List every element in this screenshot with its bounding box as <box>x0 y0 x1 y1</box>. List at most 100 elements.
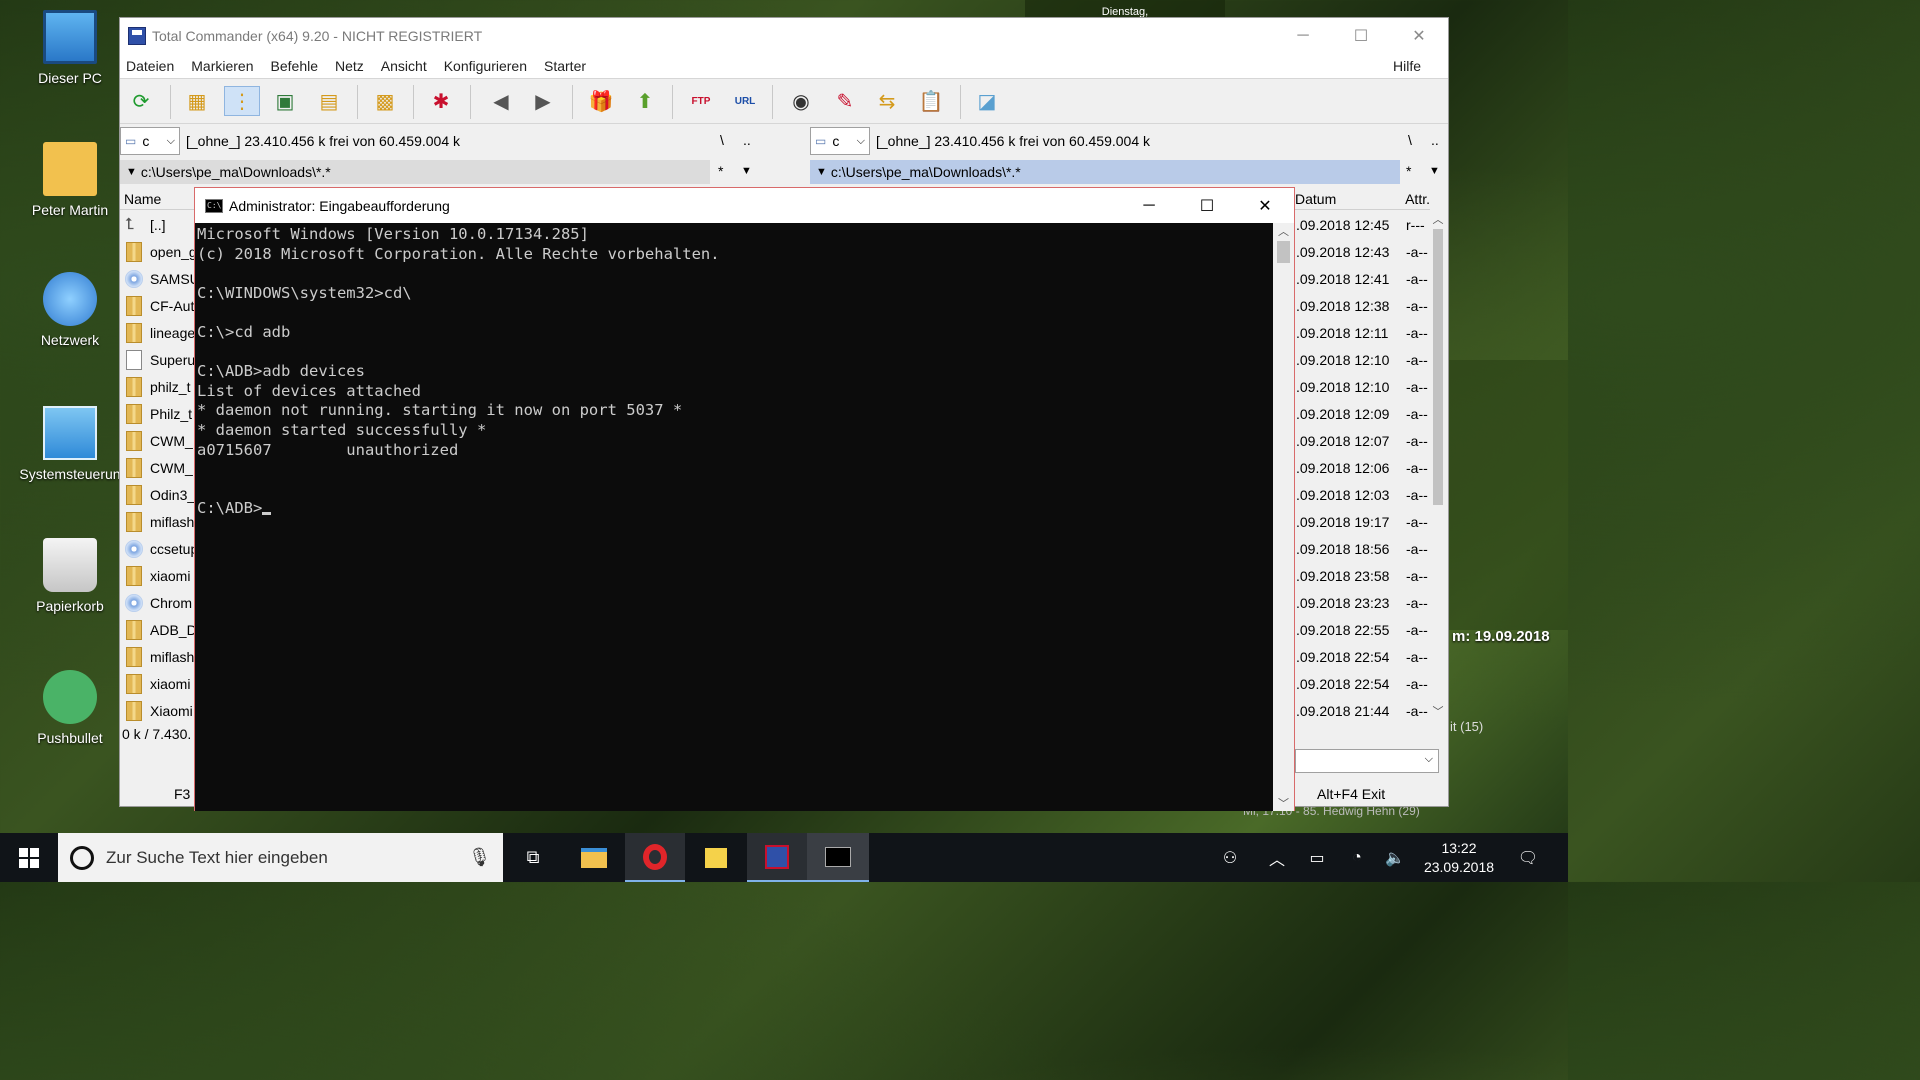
left-filter[interactable]: * <box>718 163 723 179</box>
unpack-icon[interactable]: ⬆ <box>630 86 660 116</box>
cmd-taskbar-button[interactable] <box>807 833 869 882</box>
left-file-row[interactable]: SAMSU <box>120 265 196 292</box>
clipboard-icon[interactable]: 📋 <box>916 86 946 116</box>
compare-dirs-icon[interactable]: ▩ <box>370 86 400 116</box>
close-button[interactable]: ✕ <box>1390 18 1448 54</box>
menu-markieren[interactable]: Markieren <box>191 58 261 74</box>
right-file-row[interactable]: .09.2018 23:23 -a-- <box>1296 589 1430 616</box>
battery-icon[interactable]: ▭ <box>1300 833 1334 882</box>
fkey-alt-f4-exit[interactable]: Alt+F4 Exit <box>1317 786 1385 802</box>
desktop-icon-peter-martin[interactable]: Peter Martin <box>14 142 126 218</box>
task-view-button[interactable]: ⧉ <box>503 833 563 882</box>
people-icon[interactable]: ⚇ <box>1210 833 1250 882</box>
menu-ansicht[interactable]: Ansicht <box>381 58 435 74</box>
desktop-icon-pushbullet[interactable]: Pushbullet <box>14 670 126 746</box>
console-prompt-line[interactable]: C:\ADB> <box>197 499 1273 519</box>
left-root-button[interactable]: \ <box>720 132 724 148</box>
back-arrow-icon[interactable]: ◀ <box>486 86 516 116</box>
right-file-row[interactable]: .09.2018 12:43 -a-- <box>1296 238 1430 265</box>
chevron-down-icon[interactable]: ▼ <box>741 165 752 177</box>
taskbar-search-box[interactable]: Zur Suche Text hier eingeben 🎙 <box>58 833 503 882</box>
left-file-row[interactable]: miflash <box>120 508 196 535</box>
notepad-icon[interactable]: ◪ <box>972 86 1002 116</box>
right-file-row[interactable]: .09.2018 23:58 -a-- <box>1296 562 1430 589</box>
left-file-row[interactable]: CF-Aut <box>120 292 196 319</box>
start-button[interactable] <box>0 833 58 882</box>
wifi-icon[interactable]: ◔ <box>1340 833 1374 882</box>
right-root-button[interactable]: \ <box>1408 132 1412 148</box>
left-file-row[interactable]: CWM_ <box>120 454 196 481</box>
right-file-row[interactable]: .09.2018 22:54 -a-- <box>1296 670 1430 697</box>
left-file-row[interactable]: xiaomi <box>120 670 196 697</box>
right-file-row[interactable]: .09.2018 12:10 -a-- <box>1296 346 1430 373</box>
right-file-row[interactable]: .09.2018 12:07 -a-- <box>1296 427 1430 454</box>
left-file-row[interactable]: open_g <box>120 238 196 265</box>
refresh-icon[interactable]: ⟳ <box>126 86 156 116</box>
right-file-row[interactable]: .09.2018 12:03 -a-- <box>1296 481 1430 508</box>
right-col-attr[interactable]: Attr. <box>1380 191 1430 207</box>
left-file-row[interactable]: philz_t <box>120 373 196 400</box>
left-file-row[interactable]: ccsetup <box>120 535 196 562</box>
desktop-icon-systemsteuerun[interactable]: Systemsteuerun <box>14 406 126 482</box>
right-up-button[interactable]: .. <box>1431 132 1439 148</box>
right-path-bar[interactable]: ▼ c:\Users\pe_ma\Downloads\*.* <box>810 160 1400 184</box>
volume-icon[interactable]: 🔈 <box>1378 833 1412 882</box>
ftp-connect-icon[interactable]: FTP <box>686 86 716 116</box>
left-path-bar[interactable]: ▼ c:\Users\pe_ma\Downloads\*.* <box>120 160 710 184</box>
right-file-row[interactable]: .09.2018 12:09 -a-- <box>1296 400 1430 427</box>
maximize-button[interactable]: ☐ <box>1178 188 1236 223</box>
url-connect-icon[interactable]: URL <box>730 86 760 116</box>
desktop-icon-dieser-pc[interactable]: Dieser PC <box>14 10 126 86</box>
left-file-row[interactable]: xiaomi <box>120 562 196 589</box>
chevron-down-icon[interactable]: ﹀ <box>1273 795 1294 811</box>
close-button[interactable]: ✕ <box>1236 188 1294 223</box>
file-explorer-button[interactable] <box>563 833 625 882</box>
minimize-button[interactable]: ─ <box>1120 188 1178 223</box>
brief-view-icon[interactable]: ▦ <box>182 86 212 116</box>
maximize-button[interactable]: ☐ <box>1332 18 1390 54</box>
right-file-row[interactable]: .09.2018 12:38 -a-- <box>1296 292 1430 319</box>
right-file-row[interactable]: .09.2018 18:56 -a-- <box>1296 535 1430 562</box>
sticky-notes-button[interactable] <box>685 833 747 882</box>
left-up-button[interactable]: .. <box>743 132 751 148</box>
menu-hilfe[interactable]: Hilfe <box>1393 58 1429 74</box>
menu-dateien[interactable]: Dateien <box>126 58 182 74</box>
menu-befehle[interactable]: Befehle <box>271 58 326 74</box>
chevron-up-icon[interactable]: ︿ <box>1262 833 1292 882</box>
notification-icon[interactable]: 🗨 <box>1508 833 1548 882</box>
chevron-down-icon[interactable]: ﹀ <box>1429 703 1447 719</box>
pack-icon[interactable]: 🎁 <box>586 86 616 116</box>
right-drive-select[interactable]: ▭ c ⌵ <box>810 127 870 155</box>
desktop-icon-papierkorb[interactable]: Papierkorb <box>14 538 126 614</box>
total-commander-taskbar-button[interactable] <box>747 833 807 882</box>
chevron-down-icon[interactable]: ▼ <box>1429 165 1440 177</box>
right-file-row[interactable]: .09.2018 12:45 r--- <box>1296 211 1430 238</box>
left-file-row[interactable]: CWM_ <box>120 427 196 454</box>
cmd-console[interactable]: Microsoft Windows [Version 10.0.17134.28… <box>195 223 1273 811</box>
left-file-row[interactable]: Superu <box>120 346 196 373</box>
left-file-row[interactable]: ⮤ [..] <box>120 211 196 238</box>
left-file-row[interactable]: Philz_t <box>120 400 196 427</box>
left-drive-select[interactable]: ▭ c ⌵ <box>120 127 180 155</box>
minimize-button[interactable]: ─ <box>1274 18 1332 54</box>
detail-view-icon[interactable]: ⋮ <box>224 86 260 116</box>
right-file-row[interactable]: .09.2018 22:54 -a-- <box>1296 643 1430 670</box>
left-file-row[interactable]: ADB_D <box>120 616 196 643</box>
menu-starter[interactable]: Starter <box>544 58 594 74</box>
scroll-thumb[interactable] <box>1277 241 1290 263</box>
tree-view-icon[interactable]: ▤ <box>314 86 344 116</box>
left-file-row[interactable]: lineage <box>120 319 196 346</box>
left-file-row[interactable]: miflash <box>120 643 196 670</box>
right-file-row[interactable]: .09.2018 12:11 -a-- <box>1296 319 1430 346</box>
left-file-row[interactable]: Chrom <box>120 589 196 616</box>
chevron-up-icon[interactable]: ︿ <box>1273 223 1294 241</box>
right-file-row[interactable]: .09.2018 21:44 -a-- <box>1296 697 1430 724</box>
menu-netz[interactable]: Netz <box>335 58 372 74</box>
right-file-row[interactable]: .09.2018 12:41 -a-- <box>1296 265 1430 292</box>
desktop-icon-netzwerk[interactable]: Netzwerk <box>14 272 126 348</box>
cmd-scrollbar[interactable]: ︿ ﹀ <box>1273 223 1294 811</box>
command-line-dropdown[interactable]: ⌵ <box>1295 749 1439 773</box>
right-file-row[interactable]: .09.2018 12:06 -a-- <box>1296 454 1430 481</box>
opera-button[interactable] <box>625 833 685 882</box>
select-files-icon[interactable]: ✱ <box>426 86 456 116</box>
